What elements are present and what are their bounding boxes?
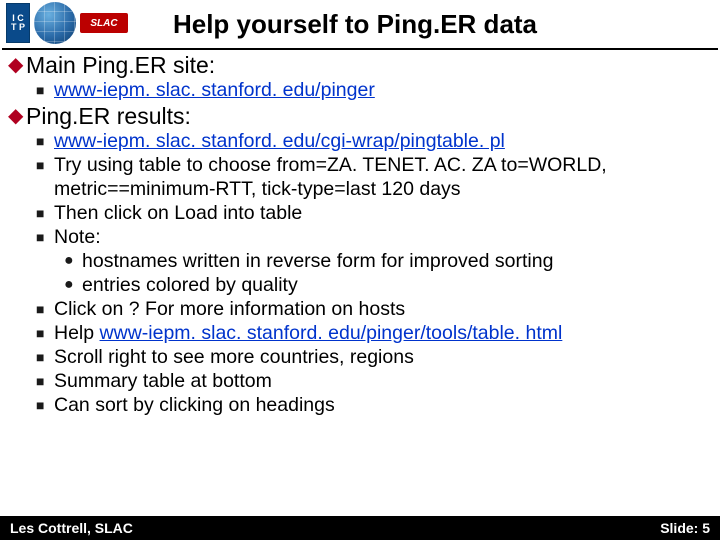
bullet-main-site-link: ■ www-iepm. slac. stanford. edu/pinger — [36, 78, 712, 102]
text-try: Try using table to choose from=ZA. TENET… — [54, 153, 712, 201]
square-bullet-icon: ■ — [36, 78, 54, 102]
footer-slide-number: Slide: 5 — [660, 520, 710, 536]
bullet-click-q: ■ Click on ? For more information on hos… — [36, 297, 712, 321]
link-row: www-iepm. slac. stanford. edu/cgi-wrap/p… — [54, 129, 505, 153]
heading-results: Ping.ER results: — [26, 103, 191, 129]
help-link[interactable]: www-iepm. slac. stanford. edu/pinger/too… — [100, 322, 563, 344]
square-bullet-icon: ■ — [36, 321, 54, 345]
bullet-note-sub2: ● entries colored by quality — [64, 273, 712, 297]
text-note-sub1: hostnames written in reverse form for im… — [82, 249, 553, 273]
logo-cluster: I CT P SLAC — [6, 2, 128, 44]
diamond-bullet-icon: ◆ — [8, 52, 26, 78]
slide-body: ◆ Main Ping.ER site: ■ www-iepm. slac. s… — [0, 52, 720, 417]
bullet-summary: ■ Summary table at bottom — [36, 369, 712, 393]
slide-footer: Les Cottrell, SLAC Slide: 5 — [0, 516, 720, 540]
square-bullet-icon: ■ — [36, 345, 54, 369]
heading-main-site: Main Ping.ER site: — [26, 52, 215, 78]
bullet-sort: ■ Can sort by clicking on headings — [36, 393, 712, 417]
square-bullet-icon: ■ — [36, 297, 54, 321]
square-bullet-icon: ■ — [36, 369, 54, 393]
diamond-bullet-icon: ◆ — [8, 103, 26, 129]
footer-author: Les Cottrell, SLAC — [10, 520, 133, 536]
bullet-help: ■ Help www-iepm. slac. stanford. edu/pin… — [36, 321, 712, 345]
bullet-note-sub1: ● hostnames written in reverse form for … — [64, 249, 712, 273]
pingtable-link[interactable]: www-iepm. slac. stanford. edu/cgi-wrap/p… — [54, 130, 505, 152]
text-scroll: Scroll right to see more countries, regi… — [54, 345, 414, 369]
text-sort: Can sort by clicking on headings — [54, 393, 335, 417]
square-bullet-icon: ■ — [36, 153, 54, 177]
square-bullet-icon: ■ — [36, 393, 54, 417]
bullet-results: ◆ Ping.ER results: — [8, 103, 712, 129]
bullet-scroll: ■ Scroll right to see more countries, re… — [36, 345, 712, 369]
bullet-results-link: ■ www-iepm. slac. stanford. edu/cgi-wrap… — [36, 129, 712, 153]
text-note: Note: — [54, 225, 101, 249]
bullet-try: ■ Try using table to choose from=ZA. TEN… — [36, 153, 712, 201]
bullet-main-site: ◆ Main Ping.ER site: — [8, 52, 712, 78]
text-click-q: Click on ? For more information on hosts — [54, 297, 405, 321]
main-site-link[interactable]: www-iepm. slac. stanford. edu/pinger — [54, 79, 375, 101]
square-bullet-icon: ■ — [36, 225, 54, 249]
globe-icon — [34, 2, 76, 44]
square-bullet-icon: ■ — [36, 201, 54, 225]
text-summary: Summary table at bottom — [54, 369, 272, 393]
text-note-sub2: entries colored by quality — [82, 273, 298, 297]
bullet-then: ■ Then click on Load into table — [36, 201, 712, 225]
disc-bullet-icon: ● — [64, 273, 82, 297]
help-prefix: Help — [54, 322, 100, 344]
link-row: www-iepm. slac. stanford. edu/pinger — [54, 78, 375, 102]
ictp-logo: I CT P — [6, 3, 30, 43]
square-bullet-icon: ■ — [36, 129, 54, 153]
divider — [2, 48, 718, 50]
slide-header: I CT P SLAC Help yourself to Ping.ER dat… — [0, 0, 720, 48]
bullet-note: ■ Note: — [36, 225, 712, 249]
text-then: Then click on Load into table — [54, 201, 302, 225]
slac-logo: SLAC — [80, 13, 128, 33]
help-row: Help www-iepm. slac. stanford. edu/pinge… — [54, 321, 562, 345]
disc-bullet-icon: ● — [64, 249, 82, 273]
